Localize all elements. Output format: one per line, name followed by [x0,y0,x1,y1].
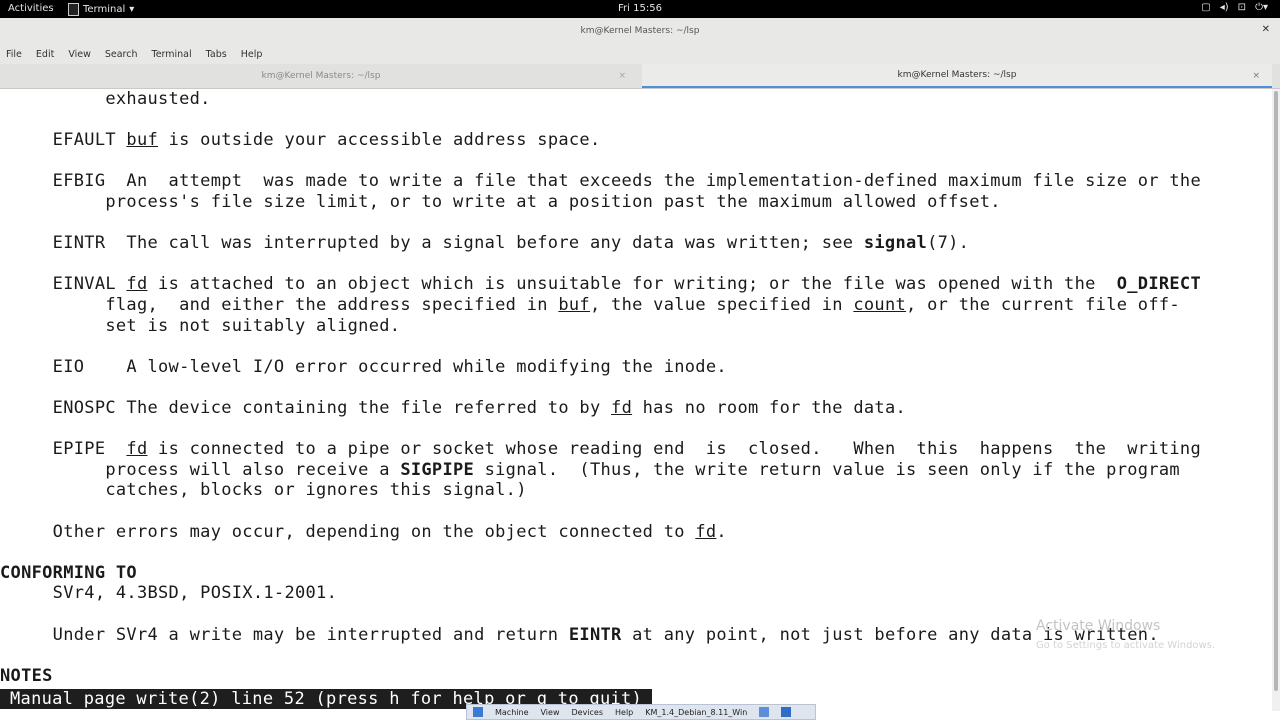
network-icon: ⊡ [1237,2,1247,13]
menu-help[interactable]: Help [241,49,263,60]
terminal-text: fd [126,274,148,295]
system-tray[interactable]: ▢ ◂) ⊡ ⏻▾ [1201,2,1268,13]
terminal-text: Other errors may occur, depending on the… [0,521,696,542]
terminal-text: , the value specified in [589,295,854,315]
virtualbox-status-bar: Machine View Devices Help KM_1.4_Debian_… [466,704,816,720]
terminal-text: fd [126,439,148,460]
terminal-line: EPIPE fd is connected to a pipe or socke… [0,439,1201,459]
terminal-text: ENOSPC The device containing the file re… [0,398,612,418]
terminal-line: EFBIG An attempt was made to write a fil… [0,171,1201,191]
menu-terminal[interactable]: Terminal [152,49,192,60]
vbox-menu-view[interactable]: View [541,708,560,717]
terminal-line: Other errors may occur, depending on the… [0,522,727,542]
terminal-line: process will also receive a SIGPIPE sign… [0,460,1180,480]
terminal-line: EFAULT buf is outside your accessible ad… [0,130,601,150]
power-icon: ⏻▾ [1255,2,1268,13]
window-titlebar: km@Kernel Masters: ~/lsp ✕ [0,18,1280,45]
terminal-text: (7). [927,233,970,254]
window-title: km@Kernel Masters: ~/lsp [580,26,700,36]
terminal-line: process's file size limit, or to write a… [0,192,1001,212]
terminal-text: O_DIRECT [1116,274,1201,295]
terminal-text: EFBIG An attempt was made to write a fil… [0,171,1201,192]
terminal-line: EINTR The call was interrupted by a sign… [0,233,969,253]
terminal-text: CONFORMING TO [0,562,137,583]
terminal-text: signal. (Thus, the write return value is… [474,459,1180,480]
terminal-line: ENOSPC The device containing the file re… [0,398,906,418]
window-icon: ▢ [1201,2,1211,13]
tab-label: km@Kernel Masters: ~/lsp [261,71,381,81]
activate-windows-title: Activate Windows [1036,618,1161,634]
terminal-text: . [716,521,727,542]
gnome-top-bar: Activities Terminal ▾ Fri 15:56 ▢ ◂) ⊡ ⏻… [0,0,1280,18]
terminal-text: NOTES [0,665,53,686]
terminal-text: buf [558,295,590,315]
vbox-icon [473,707,483,717]
terminal-text: is outside your accessible address space… [158,130,601,151]
terminal-text: has no room for the data. [632,398,907,418]
terminal-line: EIO A low-level I/O error occurred while… [0,356,727,377]
vbox-menu-machine[interactable]: Machine [495,708,529,717]
terminal-text: buf [126,130,159,151]
clock[interactable]: Fri 15:56 [0,3,1280,14]
scrollbar[interactable] [1272,89,1280,711]
terminal-text: EPIPE [0,439,127,460]
terminal-text: EFAULT [0,130,127,151]
menu-search[interactable]: Search [105,49,138,60]
menubar: File Edit View Search Terminal Tabs Help [0,44,1280,64]
terminal-text: Under SVr4 a write may be interrupted an… [0,624,569,645]
terminal-text: flag, and either the address specified i… [0,295,559,315]
vbox-vm-name: KM_1.4_Debian_8.11_Win [645,707,748,717]
close-icon[interactable]: ✕ [1262,24,1270,35]
terminal-text: , or the current file off- [906,295,1180,315]
terminal-line: catches, blocks or ignores this signal.) [0,480,527,501]
terminal-text: signal [863,233,928,254]
tab-label: km@Kernel Masters: ~/lsp [897,70,1017,80]
close-icon[interactable]: × [618,64,626,88]
terminal-line: EINVAL fd is attached to an object which… [0,274,1201,294]
tab-1[interactable]: km@Kernel Masters: ~/lsp × [0,64,642,88]
minimize-icon[interactable] [759,707,770,717]
menu-tabs[interactable]: Tabs [206,49,227,60]
menu-view[interactable]: View [68,49,91,60]
activate-windows-subtitle: Go to Settings to activate Windows. [1036,640,1216,651]
terminal-line: NOTES [0,666,53,686]
menu-edit[interactable]: Edit [36,49,54,60]
terminal-text: is attached to an object which is unsuit… [147,274,1117,295]
terminal-text: EINTR The call was interrupted by a sign… [0,233,864,254]
terminal-text: process will also receive a [0,459,401,480]
terminal-text: count [853,295,907,315]
terminal-text: EINVAL [0,274,127,295]
terminal-text: EINTR [568,624,622,645]
terminal-text: fd [695,521,717,542]
terminal-text: fd [611,398,633,418]
terminal-line: flag, and either the address specified i… [0,295,1180,315]
tab-bar: km@Kernel Masters: ~/lsp × km@Kernel Mas… [0,64,1280,89]
volume-icon: ◂) [1219,2,1229,13]
vbox-menu-devices[interactable]: Devices [571,708,603,717]
terminal-text: is connected to a pipe or socket whose r… [147,439,1201,460]
close-icon[interactable]: × [1252,64,1260,88]
scrollbar-thumb[interactable] [1274,91,1278,691]
menu-file[interactable]: File [6,49,22,60]
terminal-text: SIGPIPE [400,459,475,480]
tab-2[interactable]: km@Kernel Masters: ~/lsp × [642,64,1272,88]
terminal-line: Under SVr4 a write may be interrupted an… [0,625,1159,645]
terminal-line: SVr4, 4.3BSD, POSIX.1-2001. [0,583,338,604]
vbox-menu-help[interactable]: Help [615,708,633,717]
terminal-line: CONFORMING TO [0,563,137,583]
terminal-line: exhausted. [0,89,211,109]
terminal-line: set is not suitably aligned. [0,315,401,336]
restore-icon[interactable] [781,707,792,717]
